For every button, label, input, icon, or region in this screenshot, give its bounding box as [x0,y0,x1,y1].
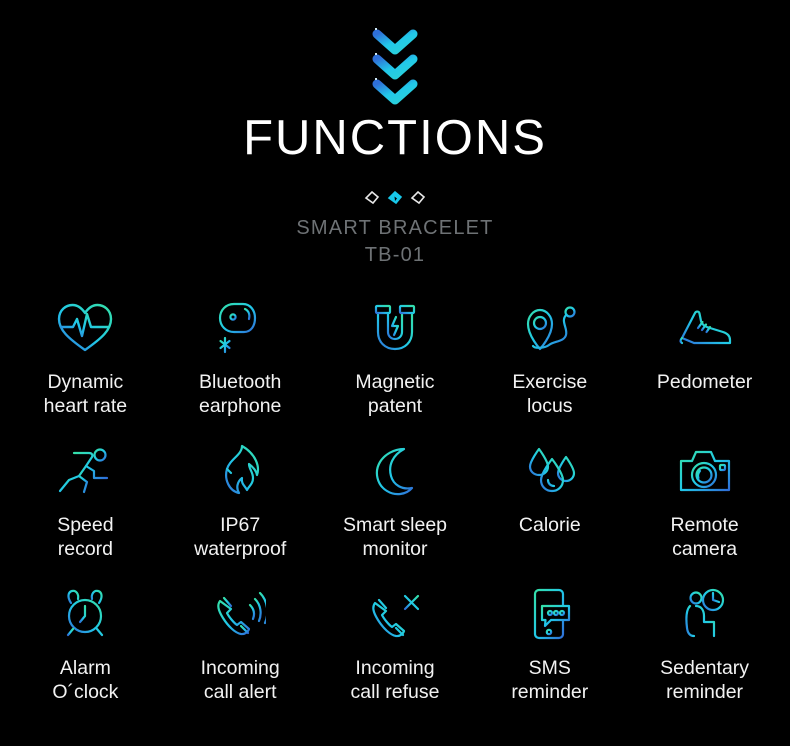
incoming-call-icon [214,583,267,645]
page-title: FUNCTIONS [243,111,547,165]
sneaker-icon [676,297,734,359]
feature-incoming-call-refuse: Incoming call refuse [318,583,473,726]
feature-label: Exercise locus [512,371,588,417]
location-route-icon [522,297,578,359]
magnet-icon [371,297,419,359]
alarm-clock-icon [59,583,111,645]
feature-sedentary-reminder: Sedentary reminder [627,583,782,726]
feature-label: Pedometer [656,371,753,393]
feature-label: Sedentary reminder [660,657,750,703]
feature-alarm-oclock: Alarm O´clock [8,583,163,726]
feature-speed-record: Speed record [8,440,163,583]
feature-label: Smart sleep monitor [342,514,448,560]
sms-phone-icon [529,583,571,645]
feature-label: IP67 waterproof [194,514,287,560]
camera-icon [678,440,732,502]
feature-label: SMS reminder [511,657,589,703]
feature-label: Speed record [57,514,114,560]
subtitle-model: TB-01 [364,244,426,266]
feature-label: Incoming call refuse [350,657,440,703]
feature-exercise-locus: Exercise locus [472,297,627,440]
page-header: FUNCTIONS SMART BRACELET TB-01 [0,0,790,269]
feature-sms-reminder: SMS reminder [472,583,627,726]
feature-label: Calorie [518,514,581,536]
chevron-down-icon [372,28,418,105]
heart-rate-icon [56,297,114,359]
feature-label: Magnetic patent [355,371,435,417]
feature-incoming-call-alert: Incoming call alert [163,583,318,726]
chevron-stack [0,26,790,108]
diamond-icon-active [387,191,403,205]
product-subtitle: SMART BRACELET TB-01 [0,215,790,269]
sedentary-person-icon [678,583,732,645]
feature-pedometer: Pedometer [627,297,782,440]
feature-label: Dynamic heart rate [43,371,128,417]
feature-dynamic-heart-rate: Dynamic heart rate [8,297,163,440]
feature-label: Bluetooth earphone [198,371,282,417]
diamond-divider [0,189,790,207]
flame-icon [218,440,262,502]
feature-label: Incoming call alert [200,657,280,703]
subtitle-line-1: SMART BRACELET [296,217,494,239]
feature-remote-camera: Remote camera [627,440,782,583]
features-grid: Dynamic heart rate Bluetooth earphone Ma… [0,297,790,726]
feature-ip67-waterproof: IP67 waterproof [163,440,318,583]
running-person-icon [56,440,114,502]
feature-label: Alarm O´clock [52,657,119,703]
feature-label: Remote camera [670,514,739,560]
feature-magnetic-patent: Magnetic patent [318,297,473,440]
crescent-moon-icon [371,440,419,502]
diamond-icon [410,191,426,205]
bluetooth-earphone-icon [214,297,266,359]
water-drops-icon [524,440,576,502]
feature-bluetooth-earphone: Bluetooth earphone [163,297,318,440]
feature-calorie: Calorie [472,440,627,583]
call-refuse-icon [369,583,421,645]
feature-smart-sleep-monitor: Smart sleep monitor [318,440,473,583]
diamond-icon [364,191,380,205]
